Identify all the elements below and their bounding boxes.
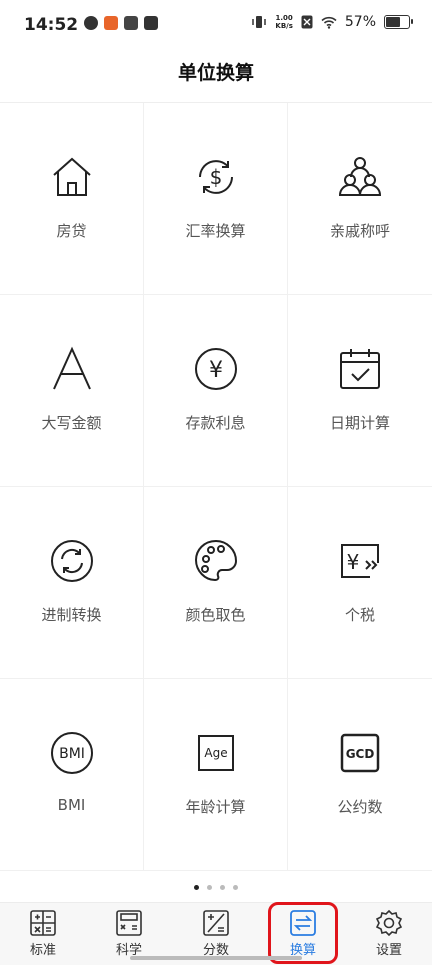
family-icon [338,157,382,196]
refresh-icon [50,540,93,582]
page-dot [233,885,238,890]
nav-scientific[interactable]: 科学 [99,909,159,958]
tool-color-picker[interactable]: 颜色取色 [144,487,288,679]
page-dot [220,885,225,890]
svg-text:$: $ [209,165,222,189]
tool-label: 大写金额 [41,414,102,432]
status-right: 1.00 KB/s 57% [251,14,413,30]
nav-standard[interactable]: 标准 [13,909,73,958]
speed-value: 1.00 [275,14,293,22]
vibrate-icon [252,16,267,28]
page-indicator [0,885,432,890]
tool-base-convert[interactable]: 进制转换 [0,487,144,679]
tool-label: 进制转换 [41,606,102,624]
page-dot [207,885,212,890]
bmi-icon: BMI [50,732,93,774]
tool-label: 颜色取色 [185,606,246,624]
nav-label: 设置 [375,943,402,958]
nav-fraction[interactable]: 分数 [186,909,246,958]
tool-mortgage[interactable]: 房贷 [0,103,144,295]
battery-percent: 57% [344,14,376,30]
calendar-check-icon [340,349,380,389]
fraction-icon [203,910,229,936]
network-speed: 1.00 KB/s [275,14,292,30]
status-time: 14:52 [24,15,79,35]
tool-label: 汇率换算 [185,222,246,240]
svg-text:Age: Age [204,746,227,760]
tool-label: 房贷 [56,222,87,240]
scientific-calc-icon [116,910,142,936]
yuan-coin-icon: ¥ [194,348,237,390]
tool-label: BMI [57,796,86,814]
wifi-icon [321,16,337,29]
tool-income-tax[interactable]: ¥ 个税 [288,487,432,679]
speed-unit: KB/s [275,22,293,30]
tool-deposit-interest[interactable]: ¥ 存款利息 [144,295,288,487]
tool-label: 日期计算 [329,414,390,432]
nav-label: 标准 [29,943,56,958]
age-icon: Age [197,735,234,771]
battery-icon [384,15,413,29]
tool-label: 年龄计算 [185,798,246,816]
notification-icons [84,16,158,30]
tool-label: 公约数 [337,798,383,816]
tool-label: 亲戚称呼 [329,222,390,240]
tool-bmi[interactable]: BMI BMI [0,679,144,871]
svg-text:BMI: BMI [59,746,85,762]
app-notification-icon [84,16,98,30]
settings-icon [375,909,403,937]
tax-icon: ¥ [341,544,379,578]
sim-off-icon [301,15,313,29]
tool-relatives[interactable]: 亲戚称呼 [288,103,432,295]
app-notification-icon [124,16,138,30]
tool-date-calc[interactable]: 日期计算 [288,295,432,487]
currency-exchange-icon: $ [198,160,233,194]
orange-app-notification-icon [104,16,118,30]
tool-age-calc[interactable]: Age 年龄计算 [144,679,288,871]
gcd-icon: GCD [340,733,380,773]
tool-label: 个税 [344,606,375,624]
tool-grid: 房贷 $ 汇率换算 亲戚称呼 大写金额 ¥ 存款利息 日期计算 进制转换 颜色取… [0,103,432,871]
palette-icon [194,539,237,582]
house-icon [52,157,91,196]
svg-text:¥: ¥ [209,358,223,383]
svg-text:¥: ¥ [347,550,360,574]
nav-settings[interactable]: 设置 [359,909,419,958]
letter-a-icon [52,346,91,390]
tool-capital-amount[interactable]: 大写金额 [0,295,144,487]
status-bar: 14:52 1.00 KB/s 57% [0,0,432,52]
mail-notification-icon [144,16,158,30]
tool-exchange-rate[interactable]: $ 汇率换算 [144,103,288,295]
active-tab-highlight [268,902,338,964]
page-title: 单位换算 [177,62,254,84]
standard-calc-icon [30,910,56,936]
svg-text:GCD: GCD [346,747,375,761]
home-indicator [130,956,302,960]
tool-label: 存款利息 [185,414,246,432]
tool-gcd[interactable]: GCD 公约数 [288,679,432,871]
page-dot [194,885,199,890]
